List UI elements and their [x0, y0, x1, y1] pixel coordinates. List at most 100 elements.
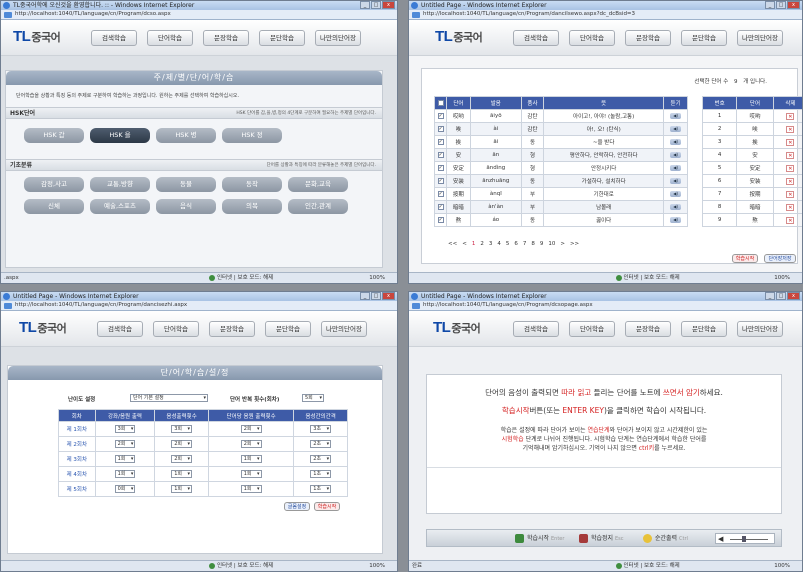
nav-my-wordbook[interactable]: 나만의단어장 — [737, 30, 783, 46]
page-link[interactable]: 6 — [514, 241, 518, 247]
topic-action-button[interactable]: 동작 — [222, 177, 282, 192]
topic-body-button[interactable]: 신체 — [24, 199, 84, 214]
nav-word-study[interactable]: 단어학습 — [569, 321, 615, 337]
interval-select[interactable]: 3초 — [310, 425, 332, 433]
address-bar[interactable]: http://localhost:1040/TL/language/cn/Pro… — [409, 301, 802, 311]
row-checkbox[interactable]: ✓ — [434, 135, 447, 149]
nav-paragraph-study[interactable]: 문단학습 — [681, 321, 727, 337]
page-link[interactable]: 8 — [531, 241, 535, 247]
row-checkbox[interactable]: ✓ — [434, 109, 447, 123]
nav-sentence-study[interactable]: 문장학습 — [203, 30, 249, 46]
maximize-button[interactable]: □ — [776, 292, 786, 300]
word-audio-select[interactable]: 1회 — [240, 470, 262, 478]
voice-count-select[interactable]: 2회 — [171, 440, 193, 448]
row-checkbox[interactable]: ✓ — [434, 187, 447, 201]
page-link[interactable]: 5 — [506, 241, 510, 247]
delete-button[interactable]: ✕ — [772, 109, 802, 123]
voice-count-select[interactable]: 1회 — [171, 470, 193, 478]
row-checkbox[interactable]: ✓ — [434, 148, 447, 162]
row-checkbox[interactable]: ✓ — [434, 161, 447, 175]
volume-thumb[interactable] — [742, 536, 746, 542]
maximize-button[interactable]: □ — [371, 292, 381, 300]
page-link[interactable]: 10 — [548, 241, 555, 247]
listen-button[interactable]: ◀) — [663, 122, 688, 136]
listen-button[interactable]: ◀) — [663, 174, 688, 188]
listen-button[interactable]: ◀) — [663, 187, 688, 201]
repeat-select[interactable]: 5회 — [302, 394, 324, 402]
page-link[interactable]: 9 — [540, 241, 544, 247]
listen-button[interactable]: ◀) — [663, 135, 688, 149]
lecture-audio-select[interactable]: 1회 — [114, 455, 136, 463]
lecture-audio-select[interactable]: 3회 — [114, 425, 136, 433]
lecture-audio-select[interactable]: 2회 — [114, 440, 136, 448]
listen-button[interactable]: ◀) — [663, 200, 688, 214]
zoom-level[interactable]: 100% — [774, 561, 790, 571]
study-start-button[interactable]: 학습시작 — [732, 254, 758, 263]
nav-paragraph-study[interactable]: 문단학습 — [681, 30, 727, 46]
topic-emotion-button[interactable]: 감정,사고 — [24, 177, 84, 192]
interval-select[interactable]: 2초 — [310, 455, 332, 463]
nav-my-wordbook[interactable]: 나만의단어장 — [321, 321, 367, 337]
volume-slider[interactable]: ◀ — [715, 533, 775, 544]
nav-sentence-study[interactable]: 문장학습 — [625, 30, 671, 46]
address-text[interactable]: http://localhost:1040/TL/language/cn/Pro… — [423, 302, 593, 308]
topic-human-button[interactable]: 인간,관계 — [288, 199, 348, 214]
nav-word-study[interactable]: 단어학습 — [569, 30, 615, 46]
page-link[interactable]: 2 — [480, 241, 484, 247]
listen-button[interactable]: ◀) — [663, 109, 688, 123]
word-audio-select[interactable]: 1회 — [240, 485, 262, 493]
delete-button[interactable]: ✕ — [772, 213, 802, 227]
word-audio-select[interactable]: 2회 — [240, 440, 262, 448]
nav-sentence-study[interactable]: 문장학습 — [625, 321, 671, 337]
topic-clothes-button[interactable]: 의복 — [222, 199, 282, 214]
voice-count-select[interactable]: 3회 — [171, 425, 193, 433]
address-text[interactable]: http://localhost:1040/TL/language/cn/Pro… — [423, 11, 635, 17]
nav-paragraph-study[interactable]: 문단학습 — [259, 30, 305, 46]
row-checkbox[interactable]: ✓ — [434, 213, 447, 227]
ctrl-stop-button[interactable]: 학습정지 Esc — [577, 532, 624, 545]
save-wordbook-button[interactable]: 단어장저장 — [764, 254, 796, 263]
hsk-a-button[interactable]: HSK 갑 — [24, 128, 84, 143]
voice-count-select[interactable]: 1회 — [171, 485, 193, 493]
nav-my-wordbook[interactable]: 나만의단어장 — [737, 321, 783, 337]
ctrl-start-button[interactable]: 학습시작 Enter — [513, 532, 564, 545]
lecture-audio-select[interactable]: 0회 — [114, 485, 136, 493]
interval-select[interactable]: 1초 — [310, 470, 332, 478]
row-checkbox[interactable]: ✓ — [434, 200, 447, 214]
delete-button[interactable]: ✕ — [772, 161, 802, 175]
word-audio-select[interactable]: 2회 — [240, 425, 262, 433]
topic-food-button[interactable]: 음식 — [156, 199, 216, 214]
delete-button[interactable]: ✕ — [772, 148, 802, 162]
logo[interactable]: TL중국어 — [19, 319, 67, 336]
address-text[interactable]: http://localhost:1040/TL/language/cn/Pro… — [15, 302, 187, 308]
page-link[interactable]: 1 — [472, 241, 476, 247]
topic-culture-button[interactable]: 문화,교육 — [288, 177, 348, 192]
address-bar[interactable]: http://localhost:1040/TL/language/cn/Pro… — [1, 10, 397, 20]
nav-search-study[interactable]: 검색학습 — [513, 30, 559, 46]
minimize-button[interactable]: _ — [765, 292, 775, 300]
hsk-c-button[interactable]: HSK 병 — [156, 128, 216, 143]
address-text[interactable]: http://localhost:1040/TL/language/cn/Pro… — [15, 11, 171, 17]
zoom-level[interactable]: 100% — [774, 273, 790, 283]
page-link[interactable]: > — [560, 241, 565, 247]
interval-select[interactable]: 2초 — [310, 440, 332, 448]
close-button[interactable]: x — [382, 1, 395, 9]
delete-button[interactable]: ✕ — [772, 187, 802, 201]
row-checkbox[interactable]: ✓ — [434, 174, 447, 188]
nav-paragraph-study[interactable]: 문단학습 — [265, 321, 311, 337]
difficulty-select[interactable]: 단어 기본 설정 — [130, 394, 208, 402]
interval-select[interactable]: 1초 — [310, 485, 332, 493]
close-button[interactable]: x — [382, 292, 395, 300]
nav-my-wordbook[interactable]: 나만의단어장 — [315, 30, 361, 46]
address-bar[interactable]: http://localhost:1040/TL/language/cn/Pro… — [1, 301, 397, 311]
nav-word-study[interactable]: 단어학습 — [153, 321, 199, 337]
zoom-level[interactable]: 100% — [369, 561, 385, 571]
voice-count-select[interactable]: 2회 — [171, 455, 193, 463]
nav-search-study[interactable]: 검색학습 — [513, 321, 559, 337]
close-button[interactable]: x — [787, 292, 800, 300]
lecture-audio-select[interactable]: 1회 — [114, 470, 136, 478]
delete-button[interactable]: ✕ — [772, 122, 802, 136]
minimize-button[interactable]: _ — [360, 292, 370, 300]
page-link[interactable]: 3 — [489, 241, 493, 247]
page-link[interactable]: < — [462, 241, 467, 247]
